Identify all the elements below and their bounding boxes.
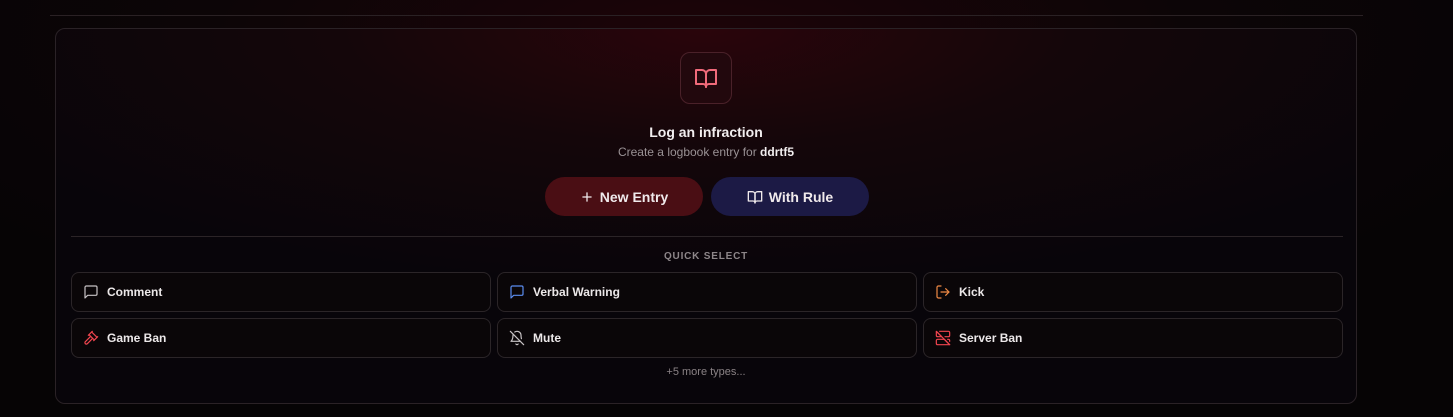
message-square-icon <box>508 284 525 301</box>
with-rule-label: With Rule <box>768 188 834 205</box>
quick-select-game-ban[interactable]: Game Ban <box>71 318 491 358</box>
quick-select-item-label: Verbal Warning <box>533 285 620 299</box>
quick-select-verbal-warning[interactable]: Verbal Warning <box>497 272 917 312</box>
bell-off-icon <box>508 330 525 347</box>
username: ddrtf5 <box>760 145 795 159</box>
quick-select-item-label: Server Ban <box>959 331 1023 345</box>
log-out-icon <box>934 284 951 301</box>
subtitle-prefix: Create a logbook entry for <box>617 145 757 159</box>
new-entry-button[interactable]: New Entry <box>545 177 703 216</box>
quick-select-comment[interactable]: Comment <box>71 272 491 312</box>
quick-select-server-ban[interactable]: Server Ban <box>923 318 1343 358</box>
infraction-panel: Log an infraction Create a logbook entry… <box>55 28 1357 404</box>
quick-select-item-label: Game Ban <box>107 331 167 345</box>
with-rule-button[interactable]: With Rule <box>711 177 869 216</box>
quick-select-label: QUICK SELECT <box>663 251 749 262</box>
panel-subtitle: Create a logbook entry for ddrtf5 <box>56 145 1356 159</box>
new-entry-label: New Entry <box>599 188 669 205</box>
quick-select-item-label: Kick <box>959 285 985 299</box>
plus-icon <box>580 190 594 204</box>
message-square-icon <box>82 284 99 301</box>
quick-select-item-label: Comment <box>107 285 163 299</box>
quick-select-kick[interactable]: Kick <box>923 272 1343 312</box>
top-divider <box>50 15 1363 16</box>
book-open-icon <box>747 189 763 205</box>
server-off-icon <box>934 330 951 347</box>
book-open-icon <box>680 52 732 104</box>
panel-title: Log an infraction <box>649 124 763 140</box>
page: Log an infraction Create a logbook entry… <box>0 0 1453 417</box>
more-types-link[interactable]: +5 more types... <box>56 366 1356 378</box>
gavel-icon <box>82 330 99 347</box>
quick-select-item-label: Mute <box>533 331 561 345</box>
section-divider <box>71 236 1343 237</box>
quick-select-mute[interactable]: Mute <box>497 318 917 358</box>
